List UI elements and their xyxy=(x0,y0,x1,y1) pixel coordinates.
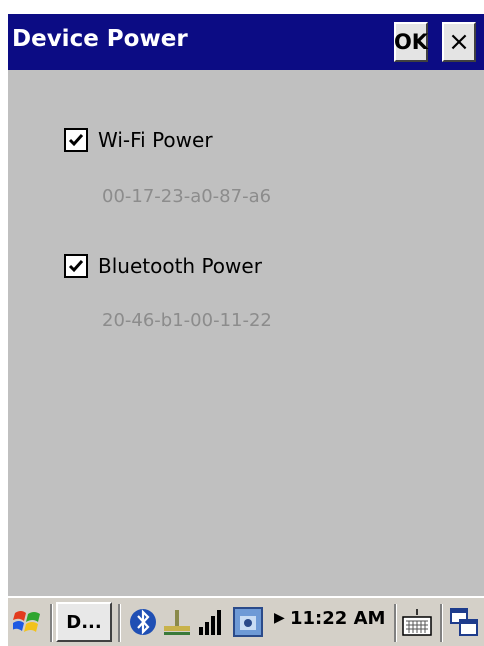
bluetooth-icon[interactable] xyxy=(128,606,158,638)
expand-arrow-icon[interactable]: ▶ xyxy=(274,610,285,626)
network-icon[interactable] xyxy=(162,608,192,638)
bluetooth-power-label[interactable]: Bluetooth Power xyxy=(98,254,262,278)
bluetooth-power-row[interactable]: Bluetooth Power xyxy=(64,254,262,278)
title-bar: Device Power OK × xyxy=(8,14,484,70)
checkmark-icon xyxy=(68,134,84,147)
taskbar-separator xyxy=(394,604,397,642)
ok-button[interactable]: OK xyxy=(394,22,428,62)
keyboard-icon[interactable] xyxy=(400,606,434,638)
taskbar-separator xyxy=(440,604,443,642)
wifi-power-row[interactable]: Wi-Fi Power xyxy=(64,128,213,152)
wifi-power-label[interactable]: Wi-Fi Power xyxy=(98,128,213,152)
checkmark-icon xyxy=(68,260,84,273)
task-button-device-power[interactable]: D... xyxy=(56,602,112,642)
window-title: Device Power xyxy=(12,26,188,52)
signal-bars-icon[interactable] xyxy=(196,606,226,638)
wifi-power-checkbox[interactable] xyxy=(64,128,88,152)
window-switch-icon[interactable] xyxy=(448,606,480,638)
wifi-adapter-icon[interactable] xyxy=(232,606,264,638)
windows-start-icon[interactable] xyxy=(10,604,46,640)
close-button[interactable]: × xyxy=(442,22,476,62)
taskbar-separator xyxy=(118,604,121,642)
bluetooth-power-checkbox[interactable] xyxy=(64,254,88,278)
taskbar: D... ▶ 11:22 AM xyxy=(8,596,484,646)
bluetooth-mac-address: 20-46-b1-00-11-22 xyxy=(102,310,272,331)
device-power-window: Device Power OK × Wi-Fi Power 00-17-23-a… xyxy=(8,14,484,646)
wifi-mac-address: 00-17-23-a0-87-a6 xyxy=(102,186,272,207)
taskbar-separator xyxy=(50,604,53,642)
clock[interactable]: 11:22 AM xyxy=(290,608,385,629)
content-area: Wi-Fi Power 00-17-23-a0-87-a6 Bluetooth … xyxy=(8,70,484,600)
